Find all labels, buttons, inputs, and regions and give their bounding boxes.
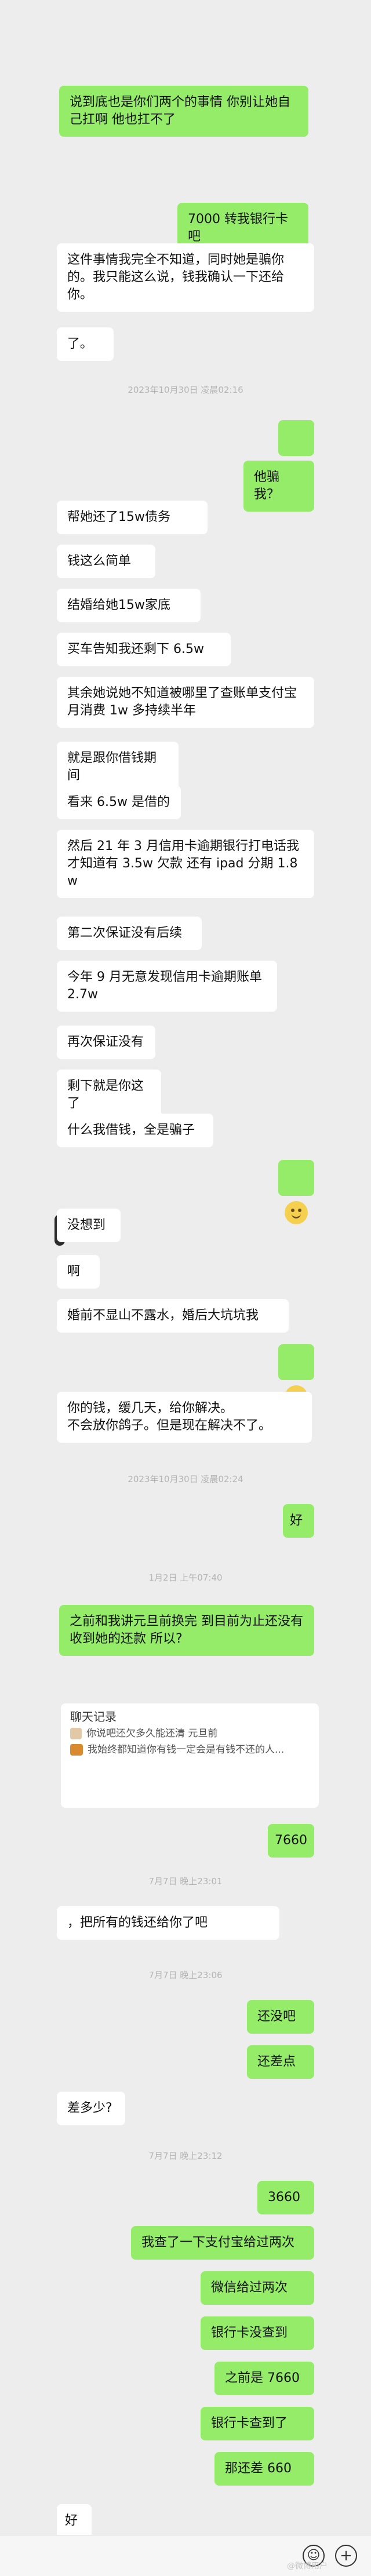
chat-history-text: 我始终都知道你有钱一定会是有钱不还的人... [88,1744,285,1756]
message-sent: 他骗我？ [243,461,314,512]
watermark: @微博用户 [287,2562,328,2571]
message-sent: 之前是 7660 [214,2362,314,2395]
message-sent: 微信给过两次 [201,2271,314,2305]
message-received: 第二次保证没有后续 [57,917,202,950]
message-received: 你的钱，缓几天，给你解决。 不会放你鸽子。但是现在解决不了。 [57,1392,312,1443]
message-received: 婚前不显山不露水，婚后大坑坑我 [57,1299,289,1333]
timestamp: 1月2日 上午07:40 [148,1572,223,1583]
message-received: 这件事情我完全不知道，同时她是骗你的。我只能这么说，钱我确认一下还给你。 [57,243,314,312]
message-sent: 说到底也是你们两个的事情 你别让她自己扛啊 他也扛不了 [59,86,308,137]
message-received: 今年 9 月无意发现信用卡逾期账单 2.7w [57,961,277,1012]
input-bar: ☺ + @微博用户 [0,2535,371,2576]
message-received: 结婚给她15w家底 [57,589,201,622]
avatar-icon [70,1744,83,1756]
message-sent: 好 [283,1504,314,1538]
message-sent: 还差点 [247,2045,314,2079]
message-sent-emoji [278,1160,314,1224]
timestamp: 7月7日 晚上23:12 [148,2151,223,2161]
chat-history-line: 你说吧还欠多久能还清 元旦前 [70,1727,310,1741]
message-received: 啊 [57,1255,100,1289]
avatar-icon [70,1728,82,1739]
message-sent: 还没吧 [247,2000,314,2034]
message-received: 其余她说她不知道被哪里了查账单支付宝月消费 1w 多持续半年 [57,677,314,728]
message-received: ，把所有的钱还给你了吧 [57,1906,279,1940]
chat-history-title: 聊天记录 [70,1710,117,1724]
timestamp: 2023年10月30日 凌晨02:24 [128,1474,243,1484]
message-sent: 银行卡查到了 [201,2407,314,2440]
message-received: 然后 21 年 3 月信用卡逾期银行打电话我才知道有 3.5w 欠款 还有 ip… [57,830,314,898]
message-received: 帮她还了15w债务 [57,501,208,534]
more-button[interactable]: + [335,2545,357,2567]
message-received: 好 [57,2504,92,2538]
chat-history-line: 我始终都知道你有钱一定会是有钱不还的人... [70,1743,310,1757]
message-sent: 之前和我讲元旦前换完 到目前为止还没有收到她的还款 所以? [59,1605,314,1656]
message-received: 没想到 [57,1209,121,1242]
plus-icon: + [340,2547,352,2564]
timestamp: 7月7日 晚上23:01 [148,1876,223,1887]
smiley-face-icon [285,1201,308,1224]
message-received: 什么我借钱，全是骗子 [57,1114,213,1147]
message-received: 钱这么简单 [57,545,155,578]
message-sent: 我查了一下支付宝给过两次 [131,2226,314,2260]
message-received: 看来 6.5w 是借的 [57,786,181,819]
message-received: 剩下就是你这了 [57,1070,161,1121]
message-sent: 那还差 660 [214,2452,314,2486]
message-sent-emoji [278,1344,314,1409]
message-received: 差多少? [57,2092,125,2125]
message-sent: 3660 [257,2181,314,2214]
message-received: 买车告知我还剩下 6.5w [57,633,231,666]
chat-history-card[interactable]: 聊天记录 你说吧还欠多久能还清 元旦前 我始终都知道你有钱一定会是有钱不还的人.… [61,1703,319,1808]
message-sent-emoji [278,420,314,484]
message-received: 就是跟你借钱期间 [57,742,179,793]
chat-history-text: 你说吧还欠多久能还清 元旦前 [86,1728,218,1739]
timestamp: 7月7日 晚上23:06 [148,1970,223,1980]
timestamp: 2023年10月30日 凌晨02:16 [128,385,243,395]
message-received: 了。 [57,327,114,361]
message-sent: 7660 [268,1824,314,1858]
message-received: 再次保证没有 [57,1026,155,1059]
message-sent: 银行卡没查到 [201,2316,314,2350]
